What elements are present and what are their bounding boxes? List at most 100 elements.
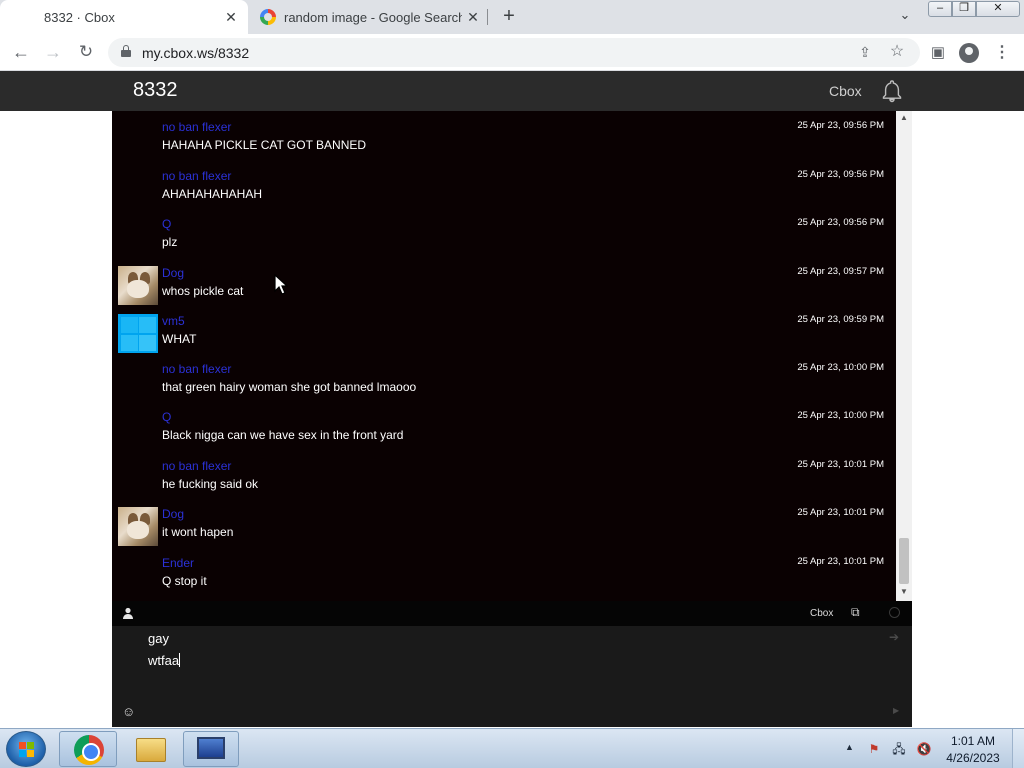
avatar[interactable] <box>118 314 158 353</box>
message-author[interactable]: no ban flexer <box>162 362 231 376</box>
avatar[interactable] <box>118 507 158 546</box>
scrollbar-thumb[interactable] <box>899 538 909 584</box>
list-item: no ban flexer that green hairy woman she… <box>112 358 895 406</box>
message-author[interactable]: no ban flexer <box>162 169 231 183</box>
minimize-button[interactable]: – <box>928 1 952 17</box>
mouse-cursor-icon <box>274 274 288 295</box>
windows-logo-icon <box>19 742 35 758</box>
message-author[interactable]: Dog <box>162 266 184 280</box>
message-author[interactable]: no ban flexer <box>162 459 231 473</box>
smiley-icon[interactable]: ☺ <box>122 705 136 719</box>
remote-desktop-icon <box>197 737 225 759</box>
taskbar: ▲ ⚑ 🖧 🔇 1:01 AM 4/26/2023 <box>0 728 1024 768</box>
message-text: it wont hapen <box>162 525 234 539</box>
message-timestamp: 25 Apr 23, 09:56 PM <box>797 120 884 131</box>
scrollbar[interactable]: ▲ ▼ <box>896 111 912 601</box>
start-button[interactable] <box>6 731 46 767</box>
message-timestamp: 25 Apr 23, 10:01 PM <box>797 459 884 470</box>
message-timestamp: 25 Apr 23, 10:00 PM <box>797 410 884 421</box>
tab-strip: 8332 · Cbox ✕ random image - Google Sear… <box>0 0 1024 34</box>
close-icon[interactable]: ✕ <box>462 9 484 26</box>
message-text: AHAHAHAHAHAH <box>162 187 263 201</box>
message-timestamp: 25 Apr 23, 10:00 PM <box>797 362 884 373</box>
scroll-up-icon[interactable]: ▲ <box>896 113 912 125</box>
cbox-link[interactable]: Cbox <box>829 83 862 99</box>
taskbar-explorer[interactable] <box>124 731 180 767</box>
action-center-icon[interactable]: ⚑ <box>866 741 882 757</box>
volume-muted-icon[interactable]: 🔇 <box>916 741 932 757</box>
message-text: WHAT <box>162 332 197 346</box>
avatar[interactable] <box>118 266 158 305</box>
text-caret <box>179 653 181 667</box>
lock-icon[interactable] <box>121 45 131 57</box>
close-icon[interactable]: ✕ <box>220 9 242 26</box>
bell-icon[interactable] <box>880 79 904 103</box>
message-timestamp: 25 Apr 23, 10:01 PM <box>797 507 884 518</box>
kebab-menu-icon[interactable]: ⋮ <box>992 43 1012 63</box>
cbox-link[interactable]: Cbox <box>810 608 833 619</box>
input-text-line[interactable]: wtfaa <box>148 653 181 668</box>
list-item: Q plz 25 Apr 23, 09:56 PM <box>112 213 895 261</box>
list-item: no ban flexer HAHAHA PICKLE CAT GOT BANN… <box>112 116 895 164</box>
scroll-down-icon[interactable]: ▼ <box>896 587 912 599</box>
message-author[interactable]: no ban flexer <box>162 120 231 134</box>
arrow-right-icon[interactable]: ▶ <box>893 706 899 715</box>
url-text[interactable]: my.cbox.ws/8332 <box>142 45 249 61</box>
message-input[interactable]: gay wtfaa ➔ ☺ ▶ <box>112 626 912 727</box>
clock-time[interactable]: 1:01 AM <box>944 734 1002 748</box>
browser-toolbar: ← → ↻ my.cbox.ws/8332 ⇪ ☆ ▣ ⋮ <box>0 34 1024 71</box>
send-icon[interactable]: ➔ <box>889 630 903 644</box>
star-icon[interactable]: ☆ <box>888 43 906 61</box>
chat-toolbar: Cbox ⧉ <box>112 601 912 626</box>
message-text: plz <box>162 235 178 249</box>
side-panel-icon[interactable]: ▣ <box>928 43 948 63</box>
taskbar-remote-desktop[interactable] <box>183 731 239 767</box>
network-icon[interactable]: 🖧 <box>891 741 907 757</box>
restore-button[interactable]: ❐ <box>952 1 976 17</box>
site-header: 8332 Cbox <box>0 71 1024 111</box>
window-close-button[interactable]: ✕ <box>976 1 1020 17</box>
tray-expand-icon[interactable]: ▲ <box>845 742 854 752</box>
message-author[interactable]: Dog <box>162 507 184 521</box>
message-author[interactable]: Q <box>162 410 171 424</box>
tab-title: random image - Google Search <box>284 9 462 25</box>
list-item: vm5 WHAT 25 Apr 23, 09:59 PM <box>112 310 895 358</box>
plus-icon[interactable]: + <box>498 5 520 27</box>
chevron-down-icon[interactable]: ⌄ <box>895 7 915 27</box>
message-text: whos pickle cat <box>162 284 244 298</box>
tab-divider <box>487 9 488 25</box>
popout-icon[interactable]: ⧉ <box>851 605 865 619</box>
page-title: 8332 <box>133 79 178 101</box>
list-item: Dog whos pickle cat 25 Apr 23, 09:57 PM <box>112 262 895 310</box>
taskbar-chrome[interactable] <box>59 731 117 767</box>
clock-date[interactable]: 4/26/2023 <box>944 751 1002 765</box>
message-text: he fucking said ok <box>162 477 259 491</box>
google-icon <box>260 9 276 25</box>
list-item: Q Black nigga can we have sex in the fro… <box>112 406 895 454</box>
chat-box: no ban flexer HAHAHA PICKLE CAT GOT BANN… <box>112 111 912 727</box>
share-icon[interactable]: ⇪ <box>856 43 874 61</box>
message-timestamp: 25 Apr 23, 09:57 PM <box>797 266 884 277</box>
tab-title: 8332 · Cbox <box>44 9 115 25</box>
chrome-icon <box>74 735 104 765</box>
tab-cbox[interactable]: 8332 · Cbox ✕ <box>0 0 248 34</box>
list-item: no ban flexer AHAHAHAHAHAH 25 Apr 23, 09… <box>112 165 895 213</box>
address-bar[interactable]: my.cbox.ws/8332 ⇪ ☆ <box>108 38 920 67</box>
input-text-line[interactable]: gay <box>148 631 169 646</box>
show-desktop-button[interactable] <box>1012 729 1024 768</box>
message-text: that green hairy woman she got banned lm… <box>162 380 417 394</box>
message-list[interactable]: no ban flexer HAHAHA PICKLE CAT GOT BANN… <box>112 111 895 601</box>
tab-google-search[interactable]: random image - Google Search ✕ <box>250 0 490 34</box>
arrow-right-icon[interactable]: → <box>40 40 66 64</box>
message-author[interactable]: Ender <box>162 556 194 570</box>
arrow-left-icon[interactable]: ← <box>8 40 34 64</box>
message-timestamp: 25 Apr 23, 09:56 PM <box>797 217 884 228</box>
list-item: Ender Q stop it 25 Apr 23, 10:01 PM <box>112 552 895 600</box>
message-author[interactable]: Q <box>162 217 171 231</box>
message-text: HAHAHA PICKLE CAT GOT BANNED <box>162 138 367 152</box>
message-author[interactable]: vm5 <box>162 314 185 328</box>
reload-icon[interactable]: ↻ <box>73 40 99 64</box>
user-icon[interactable] <box>122 607 134 619</box>
list-item: no ban flexer he fucking said ok 25 Apr … <box>112 455 895 503</box>
profile-icon[interactable] <box>959 43 979 63</box>
